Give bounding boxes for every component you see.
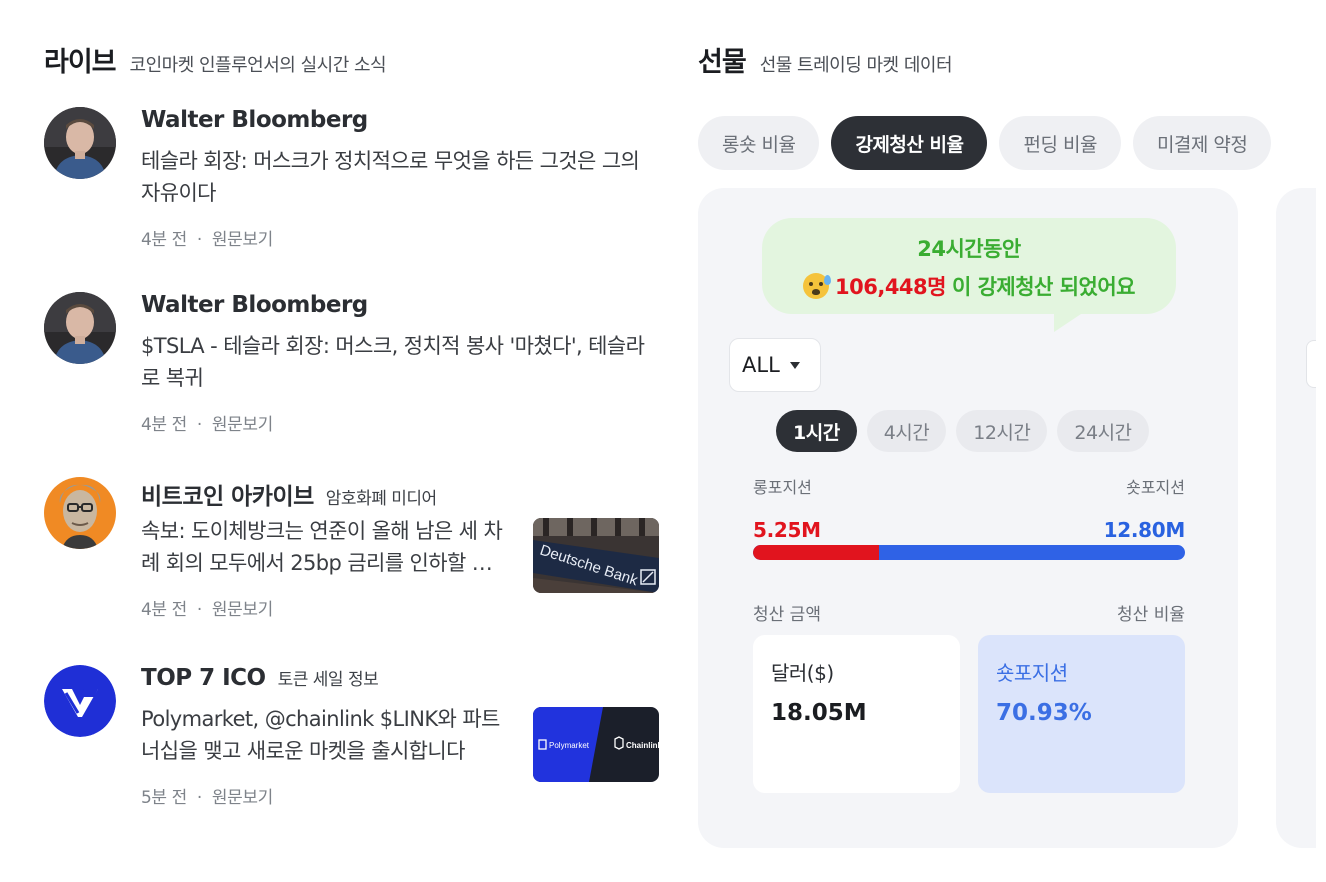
feed-meta: 5분 전 · 원문보기	[141, 783, 506, 808]
position-labels: 롱포지션 숏포지션	[753, 474, 1185, 498]
exchange-select[interactable]: ALL	[729, 338, 821, 392]
usd-label: 달러($)	[771, 661, 834, 685]
period-selector: 1시간 4시간 12시간 24시간	[776, 410, 1149, 452]
feed-meta: 4분 전 · 원문보기	[141, 410, 656, 435]
tab-funding-rate[interactable]: 펀딩 비율	[999, 116, 1121, 170]
tab-long-short-ratio[interactable]: 롱숏 비율	[698, 116, 820, 170]
short-ratio-box: 숏포지션 70.93%	[978, 635, 1185, 793]
author-category: 암호화폐 미디어	[325, 489, 437, 509]
summary-period: 24시간동안	[917, 237, 1021, 261]
feed-time: 5분 전	[141, 788, 187, 808]
feed-text[interactable]: $TSLA - 테슬라 회장: 머스크, 정치적 봉사 '마쳤다', 테슬라로 …	[141, 330, 656, 394]
liquidation-ratio-label: 청산 비율	[1117, 605, 1185, 625]
usd-amount-box: 달러($) 18.05M	[753, 635, 960, 793]
view-original-link[interactable]: 원문보기	[212, 230, 273, 250]
feed-item[interactable]: Walter Bloomberg 테슬라 회장: 머스크가 정치적으로 무엇을 …	[44, 107, 659, 267]
view-original-link[interactable]: 원문보기	[212, 415, 273, 435]
separator-dot: ·	[196, 415, 202, 435]
author-name[interactable]: Walter Bloomberg	[141, 292, 368, 318]
period-1h[interactable]: 1시간	[776, 410, 857, 452]
live-section: 라이브 코인마켓 인플루언서의 실시간 소식 Walter Bloomberg …	[44, 40, 664, 808]
feed-meta: 4분 전 · 원문보기	[141, 225, 656, 250]
news-thumbnail[interactable]: Deutsche Bank	[533, 518, 659, 593]
person-avatar[interactable]	[44, 107, 116, 179]
feed-time: 4분 전	[141, 230, 187, 250]
short-position-label: 숏포지션	[1126, 478, 1185, 497]
feed-text[interactable]: 테슬라 회장: 머스크가 정치적으로 무엇을 하든 그것은 그의 자유이다	[141, 145, 656, 209]
liquidation-summary-bubble: 24시간동안 106,448명 이 강제청산 되었어요	[762, 218, 1176, 332]
liquidation-card: 24시간동안 106,448명 이 강제청산 되었어요 ALL 1시간 4시간 …	[698, 188, 1238, 848]
short-position-value: 12.80M	[1103, 518, 1186, 542]
separator-dot: ·	[196, 788, 202, 808]
feed-time: 4분 전	[141, 415, 187, 435]
separator-dot: ·	[196, 600, 202, 620]
top7ico-logo[interactable]	[44, 665, 116, 737]
live-header: 라이브 코인마켓 인플루언서의 실시간 소식	[44, 40, 664, 80]
long-short-ratio-bar	[753, 545, 1185, 560]
caret-down-icon	[789, 361, 800, 369]
short-ratio-value: 70.93%	[996, 700, 1092, 726]
futures-title: 선물	[698, 47, 747, 78]
thumbnail-caption: Chainlink	[626, 741, 659, 750]
amount-labels: 청산 금액 청산 비율	[753, 600, 1185, 625]
short-ratio-label: 숏포지션	[996, 661, 1068, 685]
long-position-label: 롱포지션	[753, 478, 812, 497]
live-subtitle: 코인마켓 인플루언서의 실시간 소식	[129, 55, 387, 76]
view-original-link[interactable]: 원문보기	[212, 788, 273, 808]
bubble-tail	[1054, 312, 1084, 332]
feed-meta: 4분 전 · 원문보기	[141, 595, 506, 620]
period-4h[interactable]: 4시간	[866, 410, 947, 452]
feed-text[interactable]: 속보: 도이체방크는 연준이 올해 남은 세 차례 회의 모두에서 25bp 금…	[141, 515, 506, 579]
summary-line: 106,448명 이 강제청산 되었어요	[762, 271, 1176, 301]
feed-item[interactable]: TOP 7 ICO 토큰 세일 정보 Polymarket, @chainlin…	[44, 665, 659, 835]
liquidated-count: 106,448명	[835, 275, 946, 299]
thumbnail-caption: Polymarket	[549, 741, 590, 750]
futures-header: 선물 선물 트레이딩 마켓 데이터	[698, 40, 1326, 80]
period-12h[interactable]: 12시간	[956, 410, 1048, 452]
live-title: 라이브	[44, 47, 117, 78]
next-card-select-edge	[1306, 340, 1316, 388]
futures-tabs: 롱숏 비율 강제청산 비율 펀딩 비율 미결제 약정	[698, 116, 1272, 170]
next-card-peek[interactable]	[1276, 188, 1316, 848]
period-24h[interactable]: 24시간	[1057, 410, 1149, 452]
author-name[interactable]: TOP 7 ICO	[141, 665, 266, 691]
author-category: 토큰 세일 정보	[277, 670, 379, 690]
news-thumbnail[interactable]: Polymarket Chainlink	[533, 707, 659, 782]
anxious-sweat-emoji-icon	[803, 273, 831, 299]
person-avatar[interactable]	[44, 292, 116, 364]
author-name[interactable]: Walter Bloomberg	[141, 107, 368, 133]
long-ratio-fill	[753, 545, 879, 560]
liquidation-amount-label: 청산 금액	[753, 605, 821, 625]
usd-value: 18.05M	[771, 700, 867, 726]
view-original-link[interactable]: 원문보기	[212, 600, 273, 620]
feed-time: 4분 전	[141, 600, 187, 620]
futures-section: 선물 선물 트레이딩 마켓 데이터 롱숏 비율 강제청산 비율 펀딩 비율 미결…	[698, 40, 1326, 848]
feed-item[interactable]: Walter Bloomberg $TSLA - 테슬라 회장: 머스크, 정치…	[44, 292, 659, 452]
long-position-value: 5.25M	[753, 518, 821, 542]
tab-liquidation-ratio[interactable]: 강제청산 비율	[831, 116, 988, 170]
tab-open-interest[interactable]: 미결제 약정	[1132, 116, 1272, 170]
futures-subtitle: 선물 트레이딩 마켓 데이터	[759, 55, 953, 76]
summary-suffix: 이 강제청산 되었어요	[951, 275, 1136, 299]
position-values: 5.25M 12.80M	[753, 518, 1185, 542]
feed-text[interactable]: Polymarket, @chainlink $LINK와 파트너십을 맺고 새…	[141, 703, 506, 767]
bitcoin-archive-avatar[interactable]	[44, 477, 116, 549]
author-name[interactable]: 비트코인 아카이브	[141, 477, 314, 511]
feed-item[interactable]: 비트코인 아카이브 암호화폐 미디어 속보: 도이체방크는 연준이 올해 남은 …	[44, 477, 659, 647]
exchange-select-value: ALL	[742, 353, 780, 377]
separator-dot: ·	[196, 230, 202, 250]
